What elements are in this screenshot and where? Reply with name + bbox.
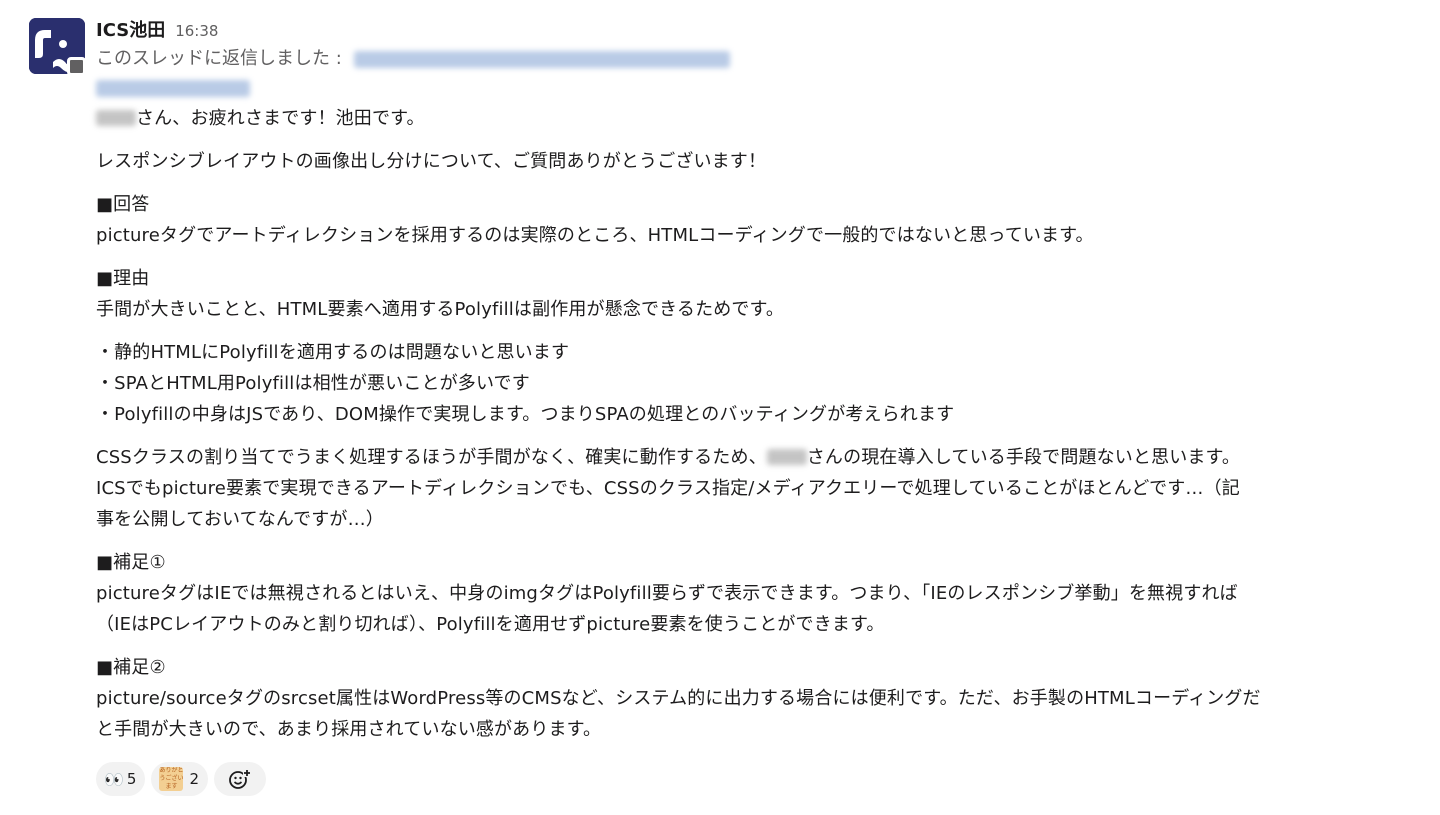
intro-text: レスポンシブレイアウトの画像出し分けについて、ご質問ありがとうございます！ bbox=[96, 151, 767, 172]
message-content: ICS池田 16:38 このスレッドに返信しました : さん、お疲れさまです！池… bbox=[96, 16, 1426, 745]
mention-row bbox=[96, 75, 1426, 103]
greeting-text: さん、お疲れさまです！池田です。 bbox=[136, 108, 425, 129]
answer-heading: ■回答 bbox=[96, 194, 150, 215]
slack-message: ICS池田 16:38 このスレッドに返信しました : さん、お疲れさまです！池… bbox=[0, 0, 1440, 815]
supplement2-heading: ■補足② bbox=[96, 657, 166, 678]
greeting-line: さん、お疲れさまです！池田です。 bbox=[96, 103, 1426, 134]
mention-redacted[interactable] bbox=[96, 80, 250, 97]
reaction-bar: 👀 5 ありがとうございます 2 bbox=[96, 762, 267, 796]
thread-reply-label: このスレッドに返信しました : bbox=[96, 48, 342, 69]
bullet-item: ・静的HTMLにPolyfillを適用するのは問題ないと思います bbox=[96, 342, 570, 363]
thank-you-emoji-icon: ありがとうございます bbox=[159, 767, 184, 791]
add-reaction-icon bbox=[229, 769, 252, 789]
css-text-a: CSSクラスの割り当てでうまく処理するほうが手間がなく、確実に動作するため、 bbox=[96, 447, 767, 468]
ics-text-line: ICSでもpicture要素で実現できるアートディレクションでも、CSSのクラス… bbox=[96, 478, 1240, 499]
answer-text: pictureタグでアートディレクションを採用するのは実際のところ、HTMLコー… bbox=[96, 225, 1094, 246]
recipient-name-redacted bbox=[96, 109, 136, 126]
message-header: ICS池田 16:38 bbox=[96, 16, 1426, 44]
author-name[interactable]: ICS池田 bbox=[96, 16, 165, 42]
reaction-thank-you[interactable]: ありがとうございます 2 bbox=[151, 762, 209, 796]
reaction-count: 2 bbox=[189, 770, 200, 788]
supplement1-heading: ■補足① bbox=[96, 552, 166, 573]
recipient-name-redacted bbox=[766, 448, 807, 465]
presence-indicator bbox=[67, 57, 86, 76]
reason-heading: ■理由 bbox=[96, 268, 150, 289]
add-reaction-button[interactable] bbox=[214, 762, 267, 796]
supplement1-text: （IEはPCレイアウトのみと割り切れば）、Polyfillを適用せずpictur… bbox=[96, 614, 885, 635]
css-text: CSSクラスの割り当てでうまく処理するほうが手間がなく、確実に動作するため、 さん… bbox=[96, 442, 1426, 473]
reaction-count: 5 bbox=[126, 770, 137, 788]
message-body: さん、お疲れさまです！池田です。 レスポンシブレイアウトの画像出し分けについて、… bbox=[96, 103, 1426, 745]
bullet-item: ・Polyfillの中身はJSであり、DOM操作で実現します。つまりSPAの処理… bbox=[96, 404, 955, 425]
supplement1-text: pictureタグはIEでは無視されるとはいえ、中身のimgタグはPolyfil… bbox=[96, 583, 1238, 604]
supplement2-text: picture/sourceタグのsrcset属性はWordPress等のCMS… bbox=[96, 688, 1261, 709]
bullet-item: ・SPAとHTML用Polyfillは相性が悪いことが多いです bbox=[96, 373, 530, 394]
ics-text-line: 事を公開しておいてなんですが…） bbox=[96, 509, 384, 530]
supplement2-text: と手間が大きいので、あまり採用されていない感があります。 bbox=[96, 719, 602, 740]
reason-text: 手間が大きいことと、HTML要素へ適用するPolyfillは副作用が懸念できるた… bbox=[96, 299, 785, 320]
thread-link-redacted[interactable] bbox=[353, 50, 730, 68]
eyes-emoji-icon: 👀 bbox=[104, 769, 124, 789]
css-text-b: さんの現在導入している手段で問題ないと思います。 bbox=[806, 447, 1241, 468]
reaction-eyes[interactable]: 👀 5 bbox=[96, 762, 146, 796]
thread-reply-line: このスレッドに返信しました : bbox=[96, 44, 1426, 74]
timestamp[interactable]: 16:38 bbox=[175, 22, 218, 40]
